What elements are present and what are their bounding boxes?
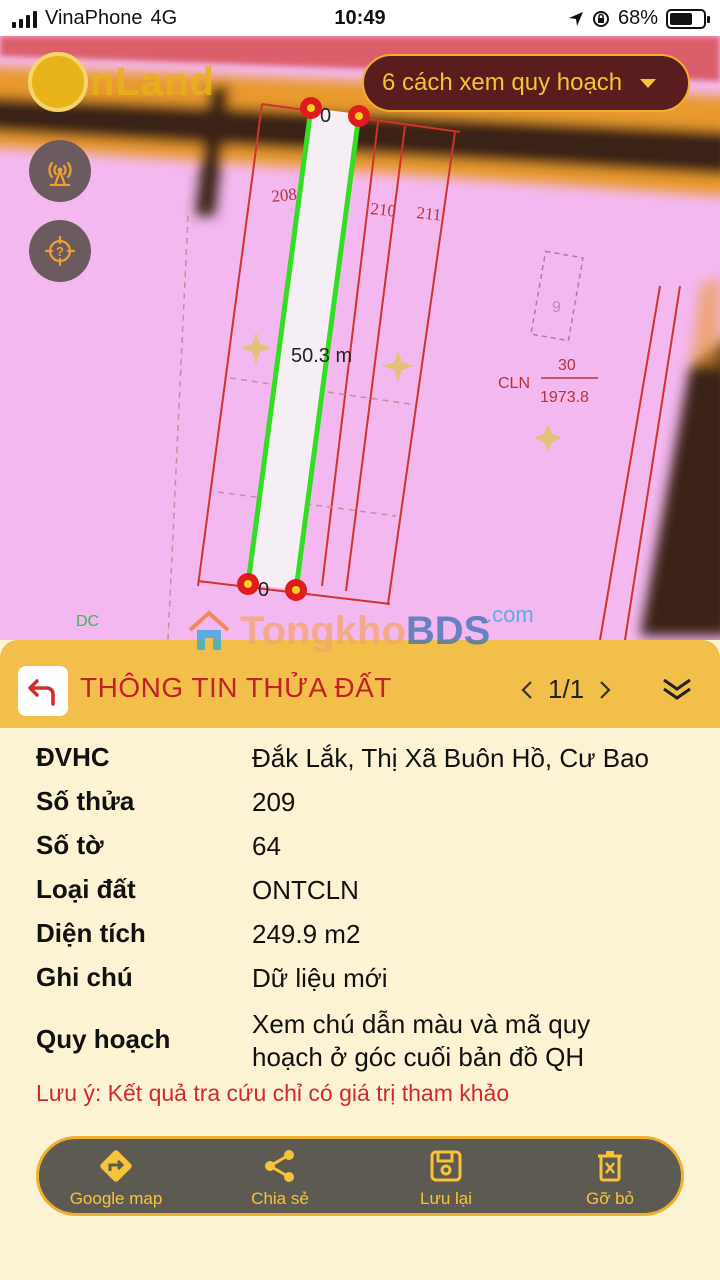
info-value: 64	[252, 831, 281, 861]
info-value: Xem chú dẫn màu và mã quy hoạch ở góc cu…	[252, 1008, 692, 1074]
planning-value-line2: hoạch ở góc cuối bản đồ QH	[252, 1042, 585, 1072]
cln-numerator: 30	[558, 357, 576, 374]
info-value: Dữ liệu mới	[252, 963, 388, 993]
remove-button[interactable]: Gỡ bỏ	[535, 1147, 685, 1209]
share-button[interactable]: Chia sẻ	[205, 1147, 355, 1209]
back-button[interactable]	[18, 666, 68, 716]
watermark-com: .com	[486, 602, 534, 627]
measure-label: 50.3 m	[291, 345, 352, 367]
battery-fill	[670, 12, 692, 25]
info-value: 249.9 m2	[252, 919, 361, 949]
info-label: Ghi chú	[36, 962, 133, 992]
planning-view-label: 6 cách xem quy hoạch	[382, 69, 623, 96]
google-map-button[interactable]: Google map	[41, 1147, 191, 1209]
dc-label: DC	[76, 613, 99, 630]
info-label: Số tờ	[36, 830, 104, 860]
save-button[interactable]: Lưu lại	[371, 1147, 521, 1209]
battery-percent: 68%	[617, 7, 658, 29]
info-label: Quy hoạch	[36, 1024, 171, 1054]
battery-icon	[666, 8, 710, 29]
cln-code: CLN	[498, 375, 530, 392]
location-arrow-icon	[568, 11, 583, 26]
watermark-prefix: Tongkho	[240, 608, 406, 653]
directions-icon	[100, 1150, 132, 1182]
disclaimer-note: Lưu ý: Kết quả tra cứu chỉ có giá trị th…	[36, 1080, 510, 1106]
info-label: Số thửa	[36, 786, 135, 816]
cln-denominator: 1973.8	[540, 389, 589, 406]
signal-tower-icon	[48, 161, 72, 187]
watermark-suffix: BDS	[405, 608, 491, 653]
status-right: 68%	[568, 7, 710, 30]
pager: 1/1	[520, 674, 612, 705]
share-label: Chia sẻ	[251, 1189, 309, 1208]
info-value: ONTCLN	[252, 875, 359, 905]
google-map-label: Google map	[69, 1189, 163, 1208]
my-location-button[interactable]: ?	[29, 220, 91, 282]
parcel-label-208: 208	[270, 184, 297, 206]
logo-text: nLand	[90, 59, 215, 104]
chevron-down-icon	[640, 78, 657, 88]
status-bar: VinaPhone 4G 10:49 68%	[0, 0, 720, 36]
app-logo: nLand	[28, 52, 215, 112]
action-toolbar: Google map Chia sẻ Lưu lại Gỡ bỏ	[36, 1136, 684, 1216]
logo-coin-icon	[28, 52, 88, 112]
info-label: ĐVHC	[36, 742, 110, 772]
watermark: Tongkho BDS .com	[186, 602, 534, 654]
save-disk-icon	[430, 1150, 462, 1182]
trash-icon	[598, 1151, 622, 1182]
planning-value-line1: Xem chú dẫn màu và mã quy	[252, 1009, 591, 1039]
panel-title: THÔNG TIN THỬA ĐẤT	[80, 672, 392, 703]
return-arrow-icon	[28, 679, 55, 706]
house-logo-icon	[188, 610, 230, 650]
locate-signal-button[interactable]	[29, 140, 91, 202]
map-view[interactable]: 0 0 208 210 211 9 50.3 m CLN 30 1973.8 D…	[0, 36, 720, 640]
info-value: Đắk Lắk, Thị Xã Buôn Hồ, Cư Bao	[252, 743, 650, 773]
info-label: Loại đất	[36, 874, 136, 904]
pager-count: 1/1	[548, 674, 585, 704]
orientation-lock-icon	[592, 10, 609, 27]
map-canvas: 0 0 208 210 211 9 50.3 m CLN 30 1973.8 D…	[0, 36, 720, 640]
parcel-label-210: 210	[370, 199, 397, 221]
save-label: Lưu lại	[419, 1189, 473, 1208]
endpoint-label-bottom: 0	[258, 579, 269, 601]
planning-view-dropdown[interactable]: 6 cách xem quy hoạch	[362, 54, 690, 112]
endpoint-label-top: 0	[320, 105, 331, 127]
remove-label: Gỡ bỏ	[585, 1189, 634, 1208]
share-icon	[265, 1150, 294, 1182]
parcel-label-9: 9	[552, 299, 561, 316]
parcel-label-211: 211	[416, 203, 443, 224]
crosshair-icon: ?	[44, 235, 76, 267]
info-value: 209	[252, 787, 296, 817]
chevron-right-icon[interactable]	[598, 679, 612, 701]
svg-text:?: ?	[56, 244, 64, 259]
parcel-9-outline	[530, 250, 584, 342]
info-label: Diện tích	[36, 918, 146, 948]
chevron-left-icon[interactable]	[520, 679, 534, 701]
collapse-panel-icon[interactable]	[660, 674, 694, 704]
